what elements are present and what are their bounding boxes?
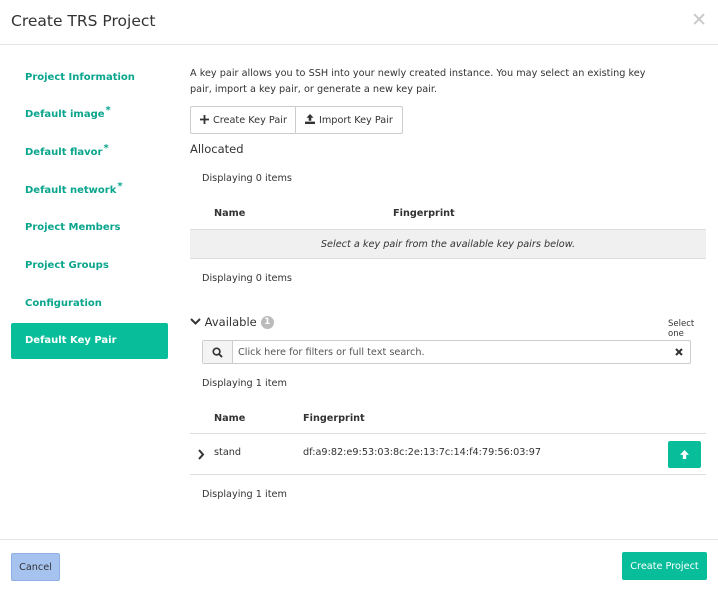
allocated-count-top: Displaying 0 items bbox=[202, 173, 292, 184]
required-marker: * bbox=[103, 142, 109, 154]
info-badge: 1 bbox=[260, 316, 274, 329]
nav-item-default-image[interactable]: Default image * bbox=[11, 97, 168, 133]
modal-footer: Cancel Create Project bbox=[0, 539, 718, 591]
search-input[interactable] bbox=[233, 341, 668, 363]
cancel-button[interactable]: Cancel bbox=[11, 553, 60, 581]
select-hint: Select one bbox=[668, 319, 695, 339]
row-name: stand bbox=[214, 447, 242, 458]
nav-item-default-key-pair[interactable]: Default Key Pair bbox=[11, 322, 168, 359]
import-key-pair-label: Import Key Pair bbox=[319, 114, 393, 126]
nav-item-label: Project Members bbox=[25, 222, 121, 234]
chevron-down-icon bbox=[190, 315, 205, 329]
nav-item-label: Configuration bbox=[25, 297, 102, 309]
upload-icon bbox=[305, 113, 315, 127]
required-marker: * bbox=[117, 180, 123, 192]
nav-item-project-information[interactable]: Project Information bbox=[11, 59, 168, 95]
arrow-up-icon bbox=[679, 445, 690, 464]
nav-item-project-members[interactable]: Project Members bbox=[11, 210, 168, 246]
create-key-pair-button[interactable]: Create Key Pair bbox=[190, 106, 297, 134]
close-icon[interactable]: ✕ bbox=[691, 9, 707, 31]
available-toggle[interactable]: Available 1 bbox=[190, 315, 274, 329]
available-count-top: Displaying 1 item bbox=[202, 378, 287, 389]
available-title: Available bbox=[204, 315, 257, 329]
modal-title: Create TRS Project bbox=[11, 12, 156, 30]
create-key-pair-label: Create Key Pair bbox=[213, 114, 287, 126]
nav-item-project-groups[interactable]: Project Groups bbox=[11, 247, 168, 283]
nav-item-label: Default image bbox=[25, 109, 105, 121]
allocated-col-name[interactable]: Name bbox=[214, 208, 245, 219]
clear-icon[interactable] bbox=[668, 341, 690, 363]
search-icon[interactable] bbox=[203, 341, 233, 363]
nav-item-default-network[interactable]: Default network * bbox=[11, 172, 168, 208]
nav-item-label: Default flavor bbox=[25, 146, 103, 158]
nav-item-label: Default Key Pair bbox=[25, 335, 117, 347]
modal-header: Create TRS Project ✕ bbox=[0, 0, 718, 45]
wizard-nav: Project Information Default image * Defau… bbox=[11, 59, 168, 361]
chevron-right-icon[interactable] bbox=[197, 445, 205, 464]
allocated-count-bottom: Displaying 0 items bbox=[202, 273, 292, 284]
table-row: stand df:a9:82:e9:53:03:8c:2e:13:7c:14:f… bbox=[190, 433, 706, 475]
available-count-bottom: Displaying 1 item bbox=[202, 489, 287, 500]
nav-item-label: Default network bbox=[25, 184, 117, 196]
available-col-fingerprint[interactable]: Fingerprint bbox=[303, 413, 365, 424]
import-key-pair-button[interactable]: Import Key Pair bbox=[295, 106, 403, 134]
nav-item-default-flavor[interactable]: Default flavor * bbox=[11, 134, 168, 170]
required-marker: * bbox=[105, 105, 111, 117]
allocated-title: Allocated bbox=[190, 142, 244, 156]
row-fingerprint: df:a9:82:e9:53:03:8c:2e:13:7c:14:f4:79:5… bbox=[303, 447, 542, 458]
nav-item-label: Project Information bbox=[25, 71, 135, 83]
allocate-button[interactable] bbox=[668, 441, 701, 468]
allocated-empty-row: Select a key pair from the available key… bbox=[190, 229, 706, 259]
nav-item-label: Project Groups bbox=[25, 259, 109, 271]
create-project-button[interactable]: Create Project bbox=[622, 552, 707, 580]
allocated-col-fingerprint[interactable]: Fingerprint bbox=[393, 208, 455, 219]
available-col-name[interactable]: Name bbox=[214, 413, 245, 424]
search-bar bbox=[202, 340, 691, 364]
plus-icon bbox=[200, 113, 209, 127]
empty-message: Select a key pair from the available key… bbox=[320, 238, 576, 250]
help-text: A key pair allows you to SSH into your n… bbox=[190, 68, 646, 95]
nav-item-configuration[interactable]: Configuration bbox=[11, 285, 168, 321]
